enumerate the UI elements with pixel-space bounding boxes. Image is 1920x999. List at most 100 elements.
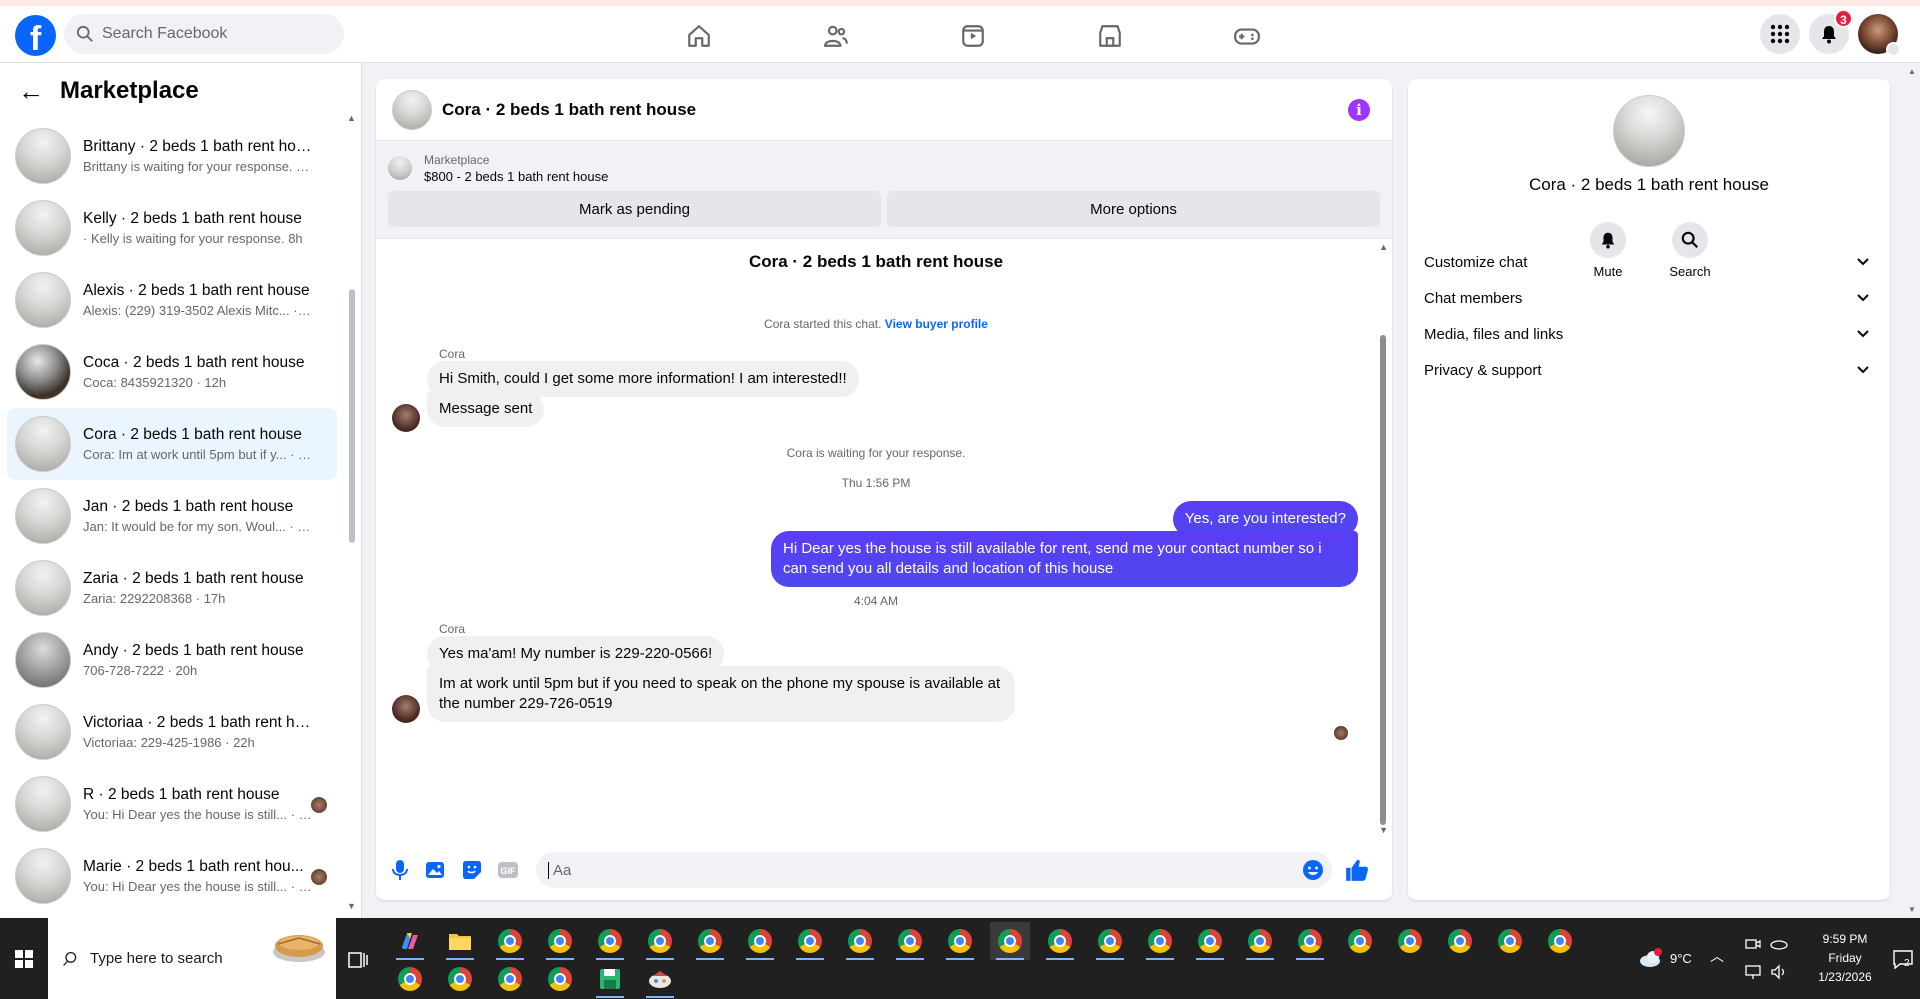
chat-title[interactable]: Cora · 2 beds 1 bath rent house — [442, 100, 696, 120]
meet-now-icon[interactable] — [1745, 936, 1761, 952]
mark-as-pending-button[interactable]: Mark as pending — [388, 191, 881, 227]
chrome-profile-app[interactable] — [1340, 922, 1380, 960]
chrome-profile-app[interactable] — [890, 922, 930, 960]
chrome-profile-app[interactable] — [940, 922, 980, 960]
search-highlight-icon — [273, 935, 325, 962]
scroll-down-arrow[interactable]: ▼ — [1379, 825, 1388, 835]
file-explorer-app[interactable] — [440, 922, 480, 960]
scroll-down-arrow[interactable]: ▼ — [347, 901, 356, 911]
chrome-profile-app[interactable] — [740, 922, 780, 960]
menu-button[interactable] — [1760, 14, 1800, 54]
back-arrow-icon[interactable]: ← — [18, 76, 44, 107]
account-avatar[interactable] — [1858, 14, 1901, 57]
incoming-message[interactable]: Im at work until 5pm but if you need to … — [427, 666, 1015, 722]
volume-icon[interactable] — [1770, 964, 1788, 980]
conversation-item[interactable]: Kelly · 2 beds 1 bath rent house · Kelly… — [7, 192, 337, 264]
conversation-item[interactable]: Andy · 2 beds 1 bath rent house 706-728-7… — [7, 624, 337, 696]
weather-widget[interactable]: 9°C — [1638, 948, 1692, 968]
conversation-item-active[interactable]: Cora · 2 beds 1 bath rent house Cora: Im … — [7, 408, 337, 480]
chrome-profile-app[interactable] — [840, 922, 880, 960]
chrome-profile-app[interactable] — [1490, 922, 1530, 960]
chrome-profile-app[interactable] — [790, 922, 830, 960]
scroll-up-arrow[interactable]: ▲ — [1379, 242, 1388, 252]
chrome-profile-app[interactable] — [490, 960, 530, 998]
conversation-item[interactable]: R · 2 beds 1 bath rent house You: Hi Dear… — [7, 768, 337, 840]
chrome-profile-app[interactable] — [1540, 922, 1580, 960]
cora-avatar[interactable] — [392, 695, 420, 723]
sticker-button[interactable] — [460, 858, 484, 882]
chrome-profile-app[interactable] — [540, 922, 580, 960]
gif-button[interactable]: GIF — [496, 858, 520, 882]
save-app[interactable] — [590, 960, 630, 998]
nav-home[interactable] — [630, 14, 767, 58]
nav-marketplace[interactable] — [1041, 14, 1178, 58]
chrome-profile-app[interactable] — [640, 922, 680, 960]
clock[interactable]: 9:59 PM Friday 1/23/2026 — [1805, 930, 1885, 987]
show-hidden-icons-chevron[interactable]: ︿ — [1710, 946, 1724, 966]
nav-friends[interactable] — [767, 14, 904, 58]
emoji-icon[interactable] — [1302, 859, 1324, 881]
chrome-profile-app[interactable] — [390, 960, 430, 998]
info-icon[interactable]: i — [1348, 99, 1370, 121]
chrome-profile-app[interactable] — [690, 922, 730, 960]
message-input-wrapper[interactable] — [536, 852, 1332, 888]
chrome-profile-app[interactable] — [540, 960, 580, 998]
taskbar-search[interactable]: Type here to search — [48, 918, 336, 999]
game-app[interactable] — [640, 960, 680, 998]
conversation-item[interactable]: Brittany · 2 beds 1 bath rent house Britt… — [7, 120, 337, 192]
chrome-profile-app[interactable] — [1440, 922, 1480, 960]
chrome-profile-app[interactable] — [590, 922, 630, 960]
conversation-item[interactable]: Coca · 2 beds 1 bath rent house Coca: 843… — [7, 336, 337, 408]
conversation-preview: Jan: It would be for my son. Woul... · 1… — [83, 519, 313, 534]
chrome-profile-app[interactable] — [1140, 922, 1180, 960]
listing-summary[interactable]: Marketplace $800 - 2 beds 1 bath rent ho… — [388, 149, 1380, 187]
more-options-button[interactable]: More options — [887, 191, 1380, 227]
copilot-app[interactable] — [390, 922, 430, 960]
chrome-profile-app[interactable] — [1190, 922, 1230, 960]
outgoing-message[interactable]: Hi Dear yes the house is still available… — [771, 531, 1358, 587]
notification-center-button[interactable]: 2 — [1892, 948, 1914, 970]
conversation-item[interactable]: Victoriaa · 2 beds 1 bath rent ho... Vict… — [7, 696, 337, 768]
facebook-search[interactable] — [64, 14, 344, 54]
voice-clip-button[interactable] — [388, 858, 412, 882]
page-scrollbar[interactable]: ▲ ▼ — [1904, 63, 1920, 918]
conversation-preview: You: Hi Dear yes the house is still... ·… — [83, 879, 313, 894]
notifications-button[interactable]: 3 — [1809, 9, 1853, 54]
scroll-down-arrow[interactable]: ▼ — [1908, 905, 1916, 914]
chrome-profile-app[interactable] — [1040, 922, 1080, 960]
scroll-up-arrow[interactable]: ▲ — [1908, 67, 1916, 76]
scroll-up-arrow[interactable]: ▲ — [347, 113, 356, 123]
sidebar-title: Marketplace — [60, 77, 199, 104]
message-input[interactable] — [548, 861, 1302, 879]
facebook-search-input[interactable] — [102, 25, 322, 43]
chrome-profile-app[interactable] — [1290, 922, 1330, 960]
chrome-profile-app[interactable] — [440, 960, 480, 998]
conversation-item[interactable]: Jan · 2 beds 1 bath rent house Jan: It wo… — [7, 480, 337, 552]
facebook-logo[interactable]: f — [15, 15, 56, 56]
start-button[interactable] — [0, 918, 48, 999]
nav-video[interactable] — [904, 14, 1041, 58]
conversation-item[interactable]: Marie · 2 beds 1 bath rent hou... You: Hi… — [7, 840, 337, 912]
view-buyer-profile-link[interactable]: View buyer profile — [885, 317, 988, 331]
chat-scrollbar[interactable] — [1380, 335, 1386, 825]
chat-thumbnail[interactable] — [392, 89, 432, 130]
chrome-profile-app[interactable] — [1240, 922, 1280, 960]
chrome-profile-app-active[interactable] — [990, 922, 1030, 960]
chrome-profile-app[interactable] — [1390, 922, 1430, 960]
thumbs-up-icon[interactable] — [1344, 857, 1370, 883]
nav-gaming[interactable] — [1178, 14, 1315, 58]
chrome-profile-app[interactable] — [1090, 922, 1130, 960]
conversation-item[interactable]: Zaria · 2 beds 1 bath rent house Zaria: 2… — [7, 552, 337, 624]
network-icon[interactable] — [1745, 964, 1763, 980]
chrome-app[interactable] — [490, 922, 530, 960]
incoming-message[interactable]: Message sent — [427, 391, 545, 427]
attach-media-button[interactable] — [424, 858, 448, 882]
cora-avatar[interactable] — [392, 404, 420, 432]
thread-intro-title: Cora · 2 beds 1 bath rent house — [748, 252, 1004, 271]
listing-photo[interactable] — [1613, 95, 1685, 167]
privacy-support-section[interactable]: Privacy & support — [1416, 348, 1882, 392]
task-view-icon[interactable] — [346, 948, 370, 972]
sidebar-scrollbar[interactable] — [349, 289, 355, 543]
onedrive-icon[interactable] — [1770, 936, 1788, 950]
conversation-item[interactable]: Alexis · 2 beds 1 bath rent house Alexis:… — [7, 264, 337, 336]
